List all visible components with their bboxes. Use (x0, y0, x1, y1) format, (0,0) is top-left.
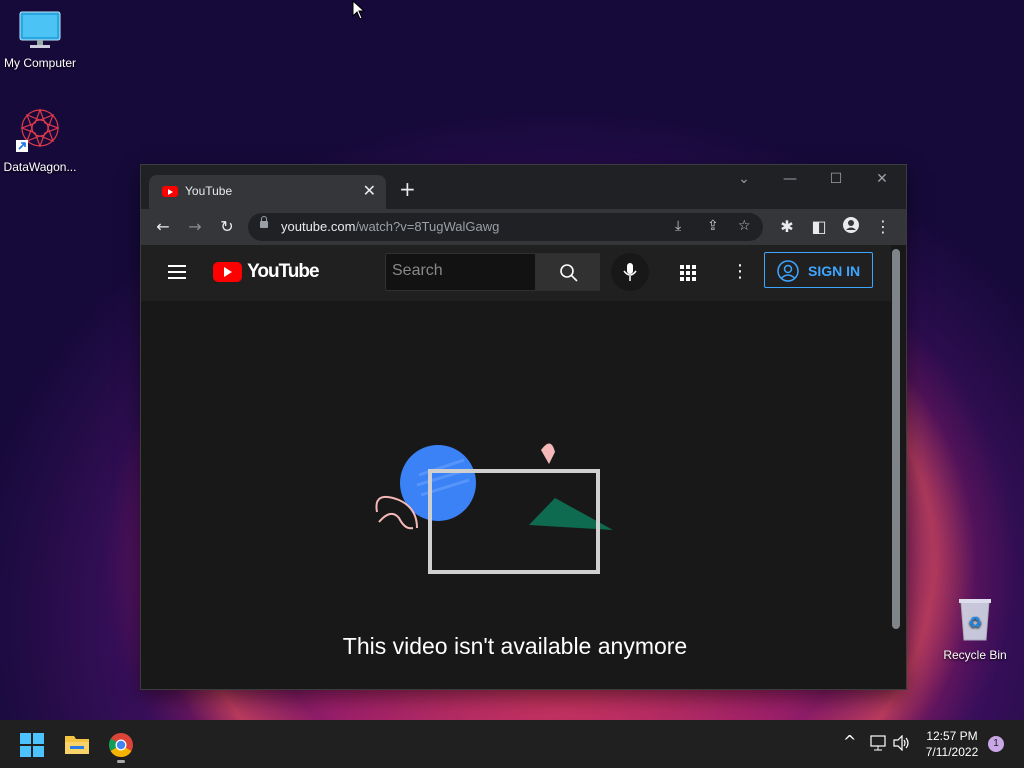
browser-window: YouTube ✕ + ⌄ — ☐ ✕ ← → ↻ youtube.com/wa… (141, 165, 906, 689)
account-circle-icon (777, 260, 799, 282)
sign-in-button[interactable]: SIGN IN (764, 252, 873, 288)
youtube-favicon-icon (162, 186, 178, 197)
desktop-icon-recycle-bin[interactable]: ♻ Recycle Bin (935, 596, 1015, 662)
search-icon (560, 264, 578, 282)
microphone-icon (623, 263, 637, 281)
browser-menu-icon[interactable]: ⋮ (873, 217, 893, 236)
side-panel-icon[interactable]: ◧ (809, 217, 829, 236)
profile-avatar-icon[interactable] (841, 217, 861, 237)
search-box (385, 253, 538, 291)
desktop-icon-label: Recycle Bin (943, 648, 1007, 662)
address-bar[interactable]: youtube.com/watch?v=8TugWalGawg ⤓ ⇪ ☆ (248, 213, 763, 241)
monitor-icon (0, 10, 80, 53)
unavailable-message: This video isn't available anymore (342, 633, 688, 659)
svg-text:♻: ♻ (968, 613, 982, 632)
reload-button[interactable]: ↻ (217, 217, 237, 236)
url-text[interactable]: youtube.com/watch?v=8TugWalGawg (281, 219, 499, 234)
search-input[interactable] (386, 254, 538, 288)
youtube-masthead: YouTube ⋮ (141, 245, 891, 301)
page-scrollbar[interactable] (892, 249, 900, 629)
clock[interactable]: 12:57 PM 7/11/2022 (914, 728, 990, 760)
active-app-indicator (117, 760, 125, 763)
tab-youtube[interactable]: YouTube ✕ (149, 175, 386, 209)
youtube-play-logo-icon (213, 262, 242, 282)
browser-titlebar[interactable]: YouTube ✕ + ⌄ — ☐ ✕ (141, 165, 906, 209)
hamburger-menu-icon[interactable] (168, 265, 186, 283)
share-icon[interactable]: ⇪ (707, 218, 719, 234)
recycle-bin-icon: ♻ (935, 596, 1015, 645)
unavailable-illustration (375, 443, 613, 574)
folder-icon (65, 736, 89, 754)
tab-search-chevron-icon[interactable]: ⌄ (729, 171, 759, 187)
back-button[interactable]: ← (153, 217, 173, 236)
extensions-puzzle-icon[interactable]: ✱ (777, 217, 797, 236)
clock-time: 12:57 PM (926, 729, 978, 743)
desktop-icon-label: DataWagon... (3, 160, 77, 174)
chrome-taskbar-button[interactable] (108, 732, 134, 763)
file-explorer-button[interactable] (64, 732, 90, 760)
lock-icon (260, 216, 268, 228)
mouse-cursor (352, 0, 366, 20)
forward-button[interactable]: → (185, 217, 205, 236)
settings-more-icon[interactable]: ⋮ (731, 261, 749, 282)
tab-close-icon[interactable]: ✕ (363, 181, 376, 200)
datawagon-app-icon (0, 106, 80, 157)
desktop-icon-label: My Computer (3, 56, 77, 70)
tab-title: YouTube (185, 184, 233, 198)
clock-date: 7/11/2022 (925, 745, 979, 759)
windows-logo-icon (20, 733, 44, 757)
browser-toolbar: ← → ↻ youtube.com/watch?v=8TugWalGawg ⤓ … (141, 209, 906, 245)
desktop-icon-datawagon[interactable]: DataWagon... (0, 106, 80, 174)
chrome-icon (109, 733, 133, 758)
page-content: YouTube ⋮ (141, 245, 906, 689)
taskbar: ^ 12:57 PM 7/11/2022 1 (0, 720, 1024, 768)
apps-grid-icon[interactable] (679, 264, 697, 286)
bookmark-star-icon[interactable]: ☆ (738, 218, 751, 234)
close-window-button[interactable]: ✕ (867, 171, 897, 187)
notification-badge[interactable]: 1 (988, 736, 1004, 752)
new-tab-button[interactable]: + (399, 177, 416, 201)
show-hidden-icons-chevron-icon[interactable]: ^ (843, 732, 856, 751)
start-button[interactable] (20, 733, 44, 761)
network-icon[interactable] (869, 735, 887, 755)
voice-search-button[interactable] (611, 253, 649, 291)
desktop-icon-my-computer[interactable]: My Computer (0, 10, 80, 70)
minimize-button[interactable]: — (775, 171, 805, 187)
youtube-logo-text: YouTube (247, 261, 319, 282)
install-app-icon[interactable]: ⤓ (675, 218, 681, 234)
search-button[interactable] (536, 253, 600, 291)
maximize-button[interactable]: ☐ (821, 171, 851, 187)
volume-icon[interactable] (893, 734, 911, 755)
youtube-logo[interactable]: YouTube (213, 261, 320, 283)
